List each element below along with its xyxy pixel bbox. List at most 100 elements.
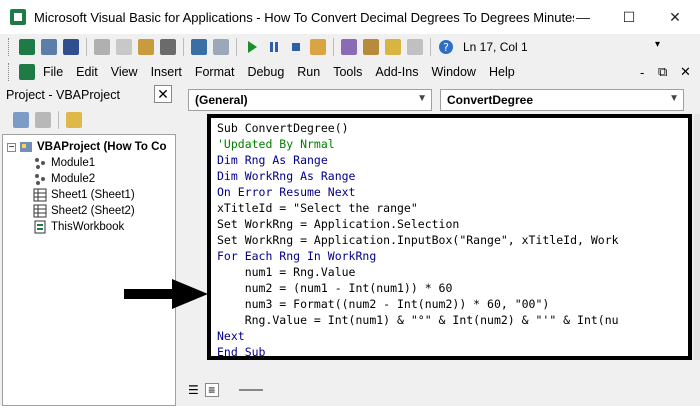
pause-icon[interactable]: [266, 39, 282, 55]
redo-icon[interactable]: [213, 39, 229, 55]
collapse-icon[interactable]: −: [7, 142, 16, 153]
code-line: Sub ConvertDegree(): [217, 121, 349, 135]
tree-item-module2[interactable]: Module2: [33, 171, 95, 187]
toolbox-icon[interactable]: [407, 39, 423, 55]
save-icon[interactable]: [63, 39, 79, 55]
code-line: Rng.Value = Int(num1) & "°" & Int(num2) …: [217, 313, 619, 327]
project-explorer-header: Project - VBAProject ✕: [2, 84, 176, 106]
code-line: num1 = Rng.Value: [217, 265, 356, 279]
paste-icon[interactable]: [138, 39, 154, 55]
tree-item-vbaproject[interactable]: − VBAProject (How To Co: [7, 139, 166, 155]
code-line: Next: [217, 329, 245, 343]
module-icon: [35, 174, 45, 185]
menu-grip[interactable]: [8, 63, 11, 81]
chevron-down-icon: ▼: [417, 93, 427, 104]
tree-item-module1[interactable]: Module1: [33, 155, 95, 171]
project-toolbar: [2, 106, 176, 134]
code-line: 'Updated By Nrmal: [217, 137, 335, 151]
procedure-combo-value: ConvertDegree: [447, 93, 534, 107]
find-icon[interactable]: [160, 39, 176, 55]
view-code-icon[interactable]: [13, 112, 29, 128]
vbaproject-icon: [20, 142, 32, 152]
toolbar-separator: [236, 38, 237, 56]
menu-add-ins[interactable]: Add-Ins: [375, 65, 418, 79]
design-mode-icon[interactable]: [310, 39, 326, 55]
minimize-button[interactable]: —: [560, 0, 606, 34]
tree-item-label: Module1: [51, 157, 96, 169]
insert-module-icon[interactable]: [41, 39, 57, 55]
properties-window-icon[interactable]: [363, 39, 379, 55]
title-bar: Microsoft Visual Basic for Applications …: [0, 0, 700, 34]
code-line: For Each Rng In WorkRng: [217, 249, 377, 263]
code-window: (General) ▼ ConvertDegree ▼ Sub ConvertD…: [180, 84, 700, 406]
object-combo[interactable]: (General) ▼: [188, 89, 432, 111]
tree-item-thisworkbook[interactable]: ThisWorkbook: [33, 219, 124, 235]
view-object-icon[interactable]: [35, 112, 51, 128]
standard-toolbar: ? Ln 17, Col 1 ▾: [0, 34, 700, 60]
child-close-button[interactable]: ✕: [680, 60, 691, 84]
reset-icon[interactable]: [288, 39, 304, 55]
code-line: xTitleId = "Select the range": [217, 201, 418, 215]
tree-item-label: Sheet2 (Sheet2): [51, 205, 135, 217]
menu-tools[interactable]: Tools: [333, 65, 362, 79]
menu-format[interactable]: Format: [195, 65, 235, 79]
annotation-arrow-icon: [124, 279, 208, 309]
menu-edit[interactable]: Edit: [76, 65, 98, 79]
toolbar-separator: [430, 38, 431, 56]
toolbar-separator: [183, 38, 184, 56]
excel-menu-icon[interactable]: [19, 64, 35, 80]
menu-insert[interactable]: Insert: [151, 65, 182, 79]
undo-icon[interactable]: [191, 39, 207, 55]
menu-run[interactable]: Run: [297, 65, 320, 79]
object-combo-value: (General): [195, 93, 248, 107]
tree-item-label: ThisWorkbook: [51, 221, 125, 233]
copy-icon[interactable]: [116, 39, 132, 55]
object-browser-icon[interactable]: [385, 39, 401, 55]
full-module-view-icon[interactable]: ≡: [204, 383, 219, 397]
cursor-position-status: Ln 17, Col 1: [463, 40, 528, 54]
horizontal-scrollbar[interactable]: [238, 389, 263, 391]
sheet-icon: [33, 204, 47, 218]
child-restore-button[interactable]: ⧉: [658, 60, 667, 84]
menu-window[interactable]: Window: [432, 65, 476, 79]
tree-item-sheet1[interactable]: Sheet1 (Sheet1): [33, 187, 135, 203]
view-excel-icon[interactable]: [19, 39, 35, 55]
child-minimize-button[interactable]: -: [640, 60, 644, 84]
code-line: num3 = Format((num2 - Int(num2)) * 60, "…: [217, 297, 550, 311]
procedure-view-icon[interactable]: ☰: [188, 383, 199, 397]
toolbar-overflow-icon[interactable]: ▾: [655, 39, 665, 55]
view-toggle-strip: ☰ ≡: [180, 380, 700, 400]
cut-icon[interactable]: [94, 39, 110, 55]
project-close-button[interactable]: ✕: [154, 85, 172, 103]
maximize-button[interactable]: ☐: [606, 0, 652, 34]
toolbar-separator: [333, 38, 334, 56]
vertical-scrollbar[interactable]: [694, 114, 700, 360]
code-editor[interactable]: Sub ConvertDegree() 'Updated By Nrmal Di…: [207, 114, 692, 360]
svg-text:?: ?: [443, 41, 449, 54]
toggle-folders-icon[interactable]: [66, 112, 82, 128]
menu-file[interactable]: File: [43, 65, 63, 79]
toolbar-separator: [58, 111, 59, 129]
close-button[interactable]: ✕: [652, 0, 698, 34]
toolbar-separator: [86, 38, 87, 56]
chevron-down-icon: ▼: [669, 93, 679, 104]
run-icon[interactable]: [244, 39, 260, 55]
project-explorer-icon[interactable]: [341, 39, 357, 55]
menu-help[interactable]: Help: [489, 65, 515, 79]
menu-debug[interactable]: Debug: [247, 65, 284, 79]
sheet-icon: [33, 188, 47, 202]
procedure-combo[interactable]: ConvertDegree ▼: [440, 89, 684, 111]
module-icon: [35, 158, 45, 169]
help-icon[interactable]: ?: [438, 39, 454, 55]
project-tree: − VBAProject (How To Co Module1 Module2 …: [2, 134, 176, 406]
excel-app-icon: [10, 9, 26, 25]
menu-bar: File Edit View Insert Format Debug Run T…: [0, 60, 700, 84]
toolbar-grip[interactable]: [8, 38, 11, 56]
tree-item-label: VBAProject (How To Co: [37, 141, 167, 153]
tree-item-sheet2[interactable]: Sheet2 (Sheet2): [33, 203, 135, 219]
tree-item-label: Module2: [51, 173, 96, 185]
code-line: Set WorkRng = Application.Selection: [217, 217, 460, 231]
menu-view[interactable]: View: [111, 65, 138, 79]
code-line: Set WorkRng = Application.InputBox("Rang…: [217, 233, 619, 247]
code-line: num2 = (num1 - Int(num1)) * 60: [217, 281, 453, 295]
